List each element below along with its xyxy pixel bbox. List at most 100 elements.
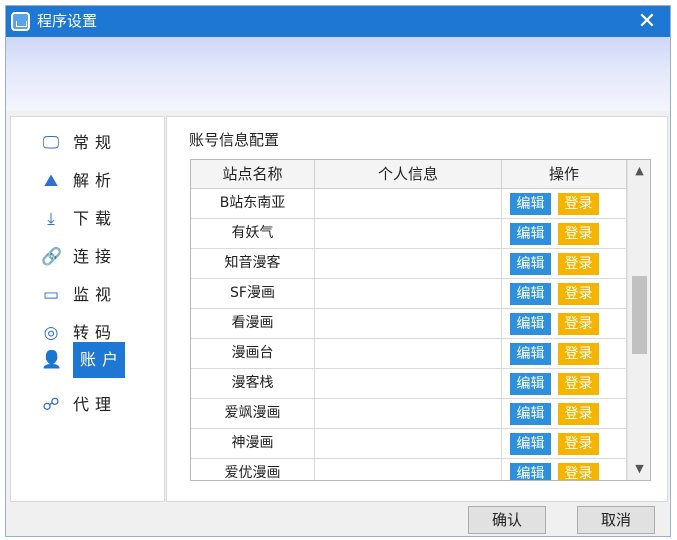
action-cell: 编辑 登录 bbox=[502, 369, 627, 399]
login-button[interactable]: 登录 bbox=[558, 343, 599, 365]
edit-button[interactable]: 编辑 bbox=[510, 253, 551, 275]
personal-info-cell bbox=[315, 459, 502, 480]
login-button[interactable]: 登录 bbox=[558, 373, 599, 395]
action-cell: 编辑 登录 bbox=[502, 309, 627, 339]
login-button[interactable]: 登录 bbox=[558, 193, 599, 215]
site-name-cell: 漫画台 bbox=[191, 339, 315, 369]
login-button[interactable]: 登录 bbox=[558, 253, 599, 275]
download-icon: ⤓ bbox=[47, 209, 55, 229]
table-row: B站东南亚 编辑 登录 bbox=[191, 189, 627, 219]
site-name-cell: B站东南亚 bbox=[191, 189, 315, 219]
column-header-action[interactable]: 操作 bbox=[502, 160, 627, 189]
edit-button[interactable]: 编辑 bbox=[510, 223, 551, 245]
column-header-info[interactable]: 个人信息 bbox=[315, 160, 502, 189]
group-title: 账号信息配置 bbox=[189, 131, 280, 149]
settings-dialog: 程序设置 ✕ 🖵 常规 ⛰ 解析 ⤓ 下载 🔗 连接 ▭ 监视 ◎ 转码 👤 账… bbox=[5, 5, 671, 537]
edit-button[interactable]: 编辑 bbox=[510, 313, 551, 335]
action-cell: 编辑 登录 bbox=[502, 249, 627, 279]
screen-icon: ▭ bbox=[42, 285, 60, 305]
site-name-cell: SF漫画 bbox=[191, 279, 315, 309]
sidebar-item-download[interactable]: ⤓ 下载 bbox=[11, 201, 164, 237]
login-button[interactable]: 登录 bbox=[558, 463, 599, 480]
table-row: 神漫画 编辑 登录 bbox=[191, 429, 627, 459]
account-settings-panel: 账号信息配置 站点名称 个人信息 操作 B站东南亚 编辑 登录 有妖气 编辑 登… bbox=[166, 116, 668, 502]
action-cell: 编辑 登录 bbox=[502, 459, 627, 480]
cancel-button[interactable]: 取消 bbox=[577, 506, 655, 534]
personal-info-cell bbox=[315, 309, 502, 339]
table-row: 漫画台 编辑 登录 bbox=[191, 339, 627, 369]
personal-info-cell bbox=[315, 279, 502, 309]
edit-button[interactable]: 编辑 bbox=[510, 193, 551, 215]
sidebar-item-connection[interactable]: 🔗 连接 bbox=[11, 239, 164, 275]
table-row: 有妖气 编辑 登录 bbox=[191, 219, 627, 249]
login-button[interactable]: 登录 bbox=[558, 433, 599, 455]
table-row: 看漫画 编辑 登录 bbox=[191, 309, 627, 339]
edit-button[interactable]: 编辑 bbox=[510, 343, 551, 365]
login-button[interactable]: 登录 bbox=[558, 283, 599, 305]
close-button[interactable]: ✕ bbox=[632, 8, 662, 35]
sidebar-item-label: 常规 bbox=[73, 133, 118, 152]
image-icon: ⛰ bbox=[43, 171, 59, 191]
scroll-down-icon[interactable]: ▼ bbox=[628, 460, 650, 478]
sidebar-item-label: 监视 bbox=[73, 285, 118, 304]
site-name-cell: 有妖气 bbox=[191, 219, 315, 249]
personal-info-cell bbox=[315, 339, 502, 369]
sidebar-item-label: 下载 bbox=[73, 209, 118, 228]
convert-icon: ◎ bbox=[43, 323, 59, 343]
edit-button[interactable]: 编辑 bbox=[510, 463, 551, 480]
header-banner bbox=[6, 37, 670, 111]
sidebar-item-account[interactable]: 👤 账户 bbox=[11, 342, 164, 378]
scroll-up-icon[interactable]: ▲ bbox=[628, 162, 650, 180]
sidebar-item-parse[interactable]: ⛰ 解析 bbox=[11, 163, 164, 199]
sidebar-item-label: 代理 bbox=[73, 395, 118, 414]
window-title: 程序设置 bbox=[37, 12, 98, 30]
user-icon: 👤 bbox=[41, 350, 63, 370]
table-row: 知音漫客 编辑 登录 bbox=[191, 249, 627, 279]
personal-info-cell bbox=[315, 189, 502, 219]
sidebar-item-general[interactable]: 🖵 常规 bbox=[11, 125, 164, 161]
network-icon: ☍ bbox=[42, 395, 60, 415]
monitor-icon: 🖵 bbox=[42, 133, 60, 153]
login-button[interactable]: 登录 bbox=[558, 223, 599, 245]
login-button[interactable]: 登录 bbox=[558, 313, 599, 335]
action-cell: 编辑 登录 bbox=[502, 219, 627, 249]
site-name-cell: 漫客栈 bbox=[191, 369, 315, 399]
edit-button[interactable]: 编辑 bbox=[510, 373, 551, 395]
settings-sidebar: 🖵 常规 ⛰ 解析 ⤓ 下载 🔗 连接 ▭ 监视 ◎ 转码 👤 账户 ☍ 代理 bbox=[10, 116, 165, 502]
action-cell: 编辑 登录 bbox=[502, 399, 627, 429]
column-header-site[interactable]: 站点名称 bbox=[191, 160, 315, 189]
table-row: 漫客栈 编辑 登录 bbox=[191, 369, 627, 399]
title-bar: 程序设置 ✕ bbox=[6, 6, 670, 37]
app-icon bbox=[11, 12, 30, 31]
sidebar-item-label: 账户 bbox=[73, 342, 125, 378]
action-cell: 编辑 登录 bbox=[502, 339, 627, 369]
sidebar-item-label: 解析 bbox=[73, 171, 118, 190]
personal-info-cell bbox=[315, 429, 502, 459]
site-name-cell: 神漫画 bbox=[191, 429, 315, 459]
table-row: 爱优漫画 编辑 登录 bbox=[191, 459, 627, 480]
vertical-scrollbar[interactable]: ▲ ▼ bbox=[627, 160, 650, 480]
sidebar-item-label: 连接 bbox=[73, 247, 118, 266]
personal-info-cell bbox=[315, 249, 502, 279]
account-table: 站点名称 个人信息 操作 B站东南亚 编辑 登录 有妖气 编辑 登录 知音漫客 … bbox=[190, 159, 651, 481]
sidebar-item-monitor[interactable]: ▭ 监视 bbox=[11, 277, 164, 313]
link-icon: 🔗 bbox=[41, 247, 63, 267]
login-button[interactable]: 登录 bbox=[558, 403, 599, 425]
sidebar-item-label: 转码 bbox=[73, 323, 118, 342]
edit-button[interactable]: 编辑 bbox=[510, 403, 551, 425]
table-header: 站点名称 个人信息 操作 bbox=[191, 160, 627, 189]
personal-info-cell bbox=[315, 399, 502, 429]
site-name-cell: 看漫画 bbox=[191, 309, 315, 339]
sidebar-item-proxy[interactable]: ☍ 代理 bbox=[11, 387, 164, 423]
edit-button[interactable]: 编辑 bbox=[510, 283, 551, 305]
site-name-cell: 知音漫客 bbox=[191, 249, 315, 279]
confirm-button[interactable]: 确认 bbox=[468, 506, 546, 534]
action-cell: 编辑 登录 bbox=[502, 189, 627, 219]
table-row: 爱飒漫画 编辑 登录 bbox=[191, 399, 627, 429]
site-name-cell: 爱飒漫画 bbox=[191, 399, 315, 429]
table-row: SF漫画 编辑 登录 bbox=[191, 279, 627, 309]
action-cell: 编辑 登录 bbox=[502, 279, 627, 309]
personal-info-cell bbox=[315, 219, 502, 249]
edit-button[interactable]: 编辑 bbox=[510, 433, 551, 455]
scrollbar-thumb[interactable] bbox=[632, 276, 647, 354]
